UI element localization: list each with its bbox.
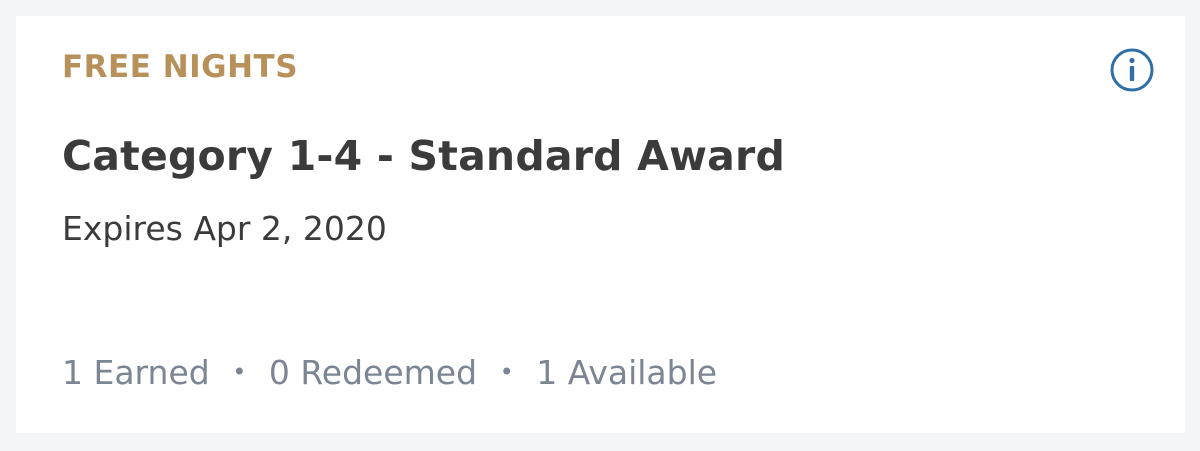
- free-nights-card: FREE NIGHTS Category 1-4 - Standard Awar…: [16, 16, 1185, 433]
- separator-dot: •: [499, 358, 514, 386]
- card-eyebrow: FREE NIGHTS: [62, 49, 299, 85]
- expiration-date: Expires Apr 2, 2020: [62, 209, 387, 248]
- info-button[interactable]: [1110, 48, 1154, 92]
- available-count: 1 Available: [536, 353, 718, 392]
- earned-count: 1 Earned: [62, 353, 210, 392]
- redeemed-count: 0 Redeemed: [268, 353, 478, 392]
- award-stats: 1 Earned • 0 Redeemed • 1 Available: [62, 356, 717, 389]
- info-circle-icon: [1110, 48, 1154, 92]
- separator-dot: •: [232, 358, 247, 386]
- award-title: Category 1-4 - Standard Award: [62, 132, 786, 180]
